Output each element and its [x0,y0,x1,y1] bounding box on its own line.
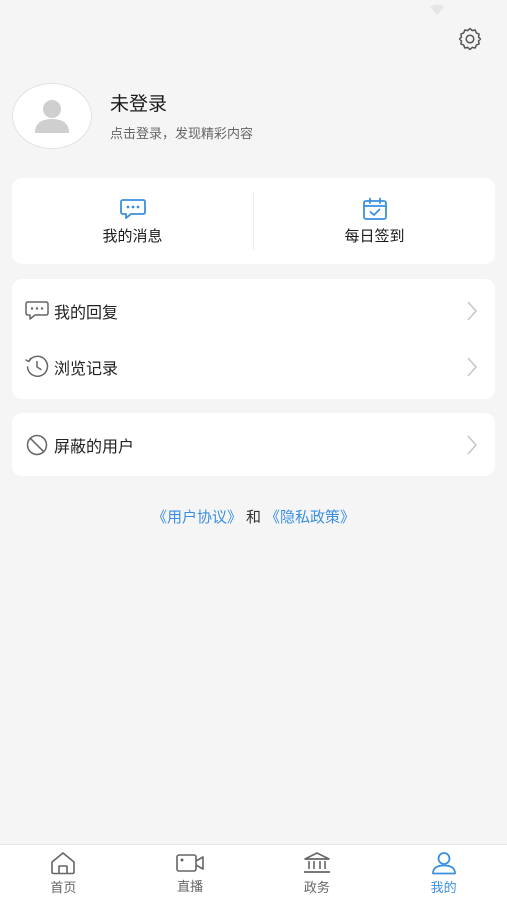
blocked-users-label: 屏蔽的用户 [54,436,135,456]
profile-header[interactable]: 未登录 点击登录，发现精彩内容 [12,82,495,150]
history-icon [24,354,50,380]
chevron-right-icon [467,357,478,377]
daily-checkin-button[interactable]: 每日签到 [254,178,495,264]
chat-bubble-icon [119,198,146,219]
bottom-tab-bar: 首页 直播 政务 我的 [0,844,507,900]
default-avatar-icon [35,100,69,133]
wifi-icon [430,4,444,15]
tab-government-label: 政务 [303,881,330,896]
calendar-check-icon [362,197,387,220]
profile-subtitle: 点击登录，发现精彩内容 [110,126,254,142]
blocked-users-item[interactable]: 屏蔽的用户 [12,413,495,476]
government-building-icon [303,852,330,873]
and-text: 和 [245,508,261,526]
avatar[interactable] [12,83,92,149]
user-icon [431,852,456,875]
tab-government[interactable]: 政务 [254,845,381,900]
chevron-right-icon [467,301,478,321]
profile-name: 未登录 [110,92,168,115]
my-replies-item[interactable]: 我的回复 [12,283,495,339]
my-messages-button[interactable]: 我的消息 [12,178,253,264]
gear-icon [458,27,482,51]
my-messages-label: 我的消息 [102,226,163,245]
menu-group-activity: 我的回复 浏览记录 [12,279,495,399]
agreement-links: 《用户协议》和《隐私政策》 [0,506,507,527]
status-bar [0,0,507,22]
tab-home-label: 首页 [50,881,77,896]
chevron-right-icon [467,434,478,455]
quick-actions-card: 我的消息 每日签到 [12,178,495,264]
reply-icon [24,298,50,324]
settings-button[interactable] [455,24,485,54]
my-replies-label: 我的回复 [54,303,119,322]
block-icon [24,432,50,458]
home-icon [51,852,76,875]
video-camera-icon [176,854,204,872]
menu-group-privacy: 屏蔽的用户 [12,413,495,476]
daily-checkin-label: 每日签到 [344,226,405,245]
privacy-policy-link[interactable]: 《隐私政策》 [265,508,355,526]
tab-live-label: 直播 [177,880,204,895]
tab-live[interactable]: 直播 [127,845,254,900]
tab-mine-label: 我的 [430,881,457,896]
browse-history-item[interactable]: 浏览记录 [12,339,495,395]
browse-history-label: 浏览记录 [54,359,119,378]
tab-mine[interactable]: 我的 [380,845,507,900]
tab-home[interactable]: 首页 [0,845,127,900]
user-agreement-link[interactable]: 《用户协议》 [152,508,242,526]
